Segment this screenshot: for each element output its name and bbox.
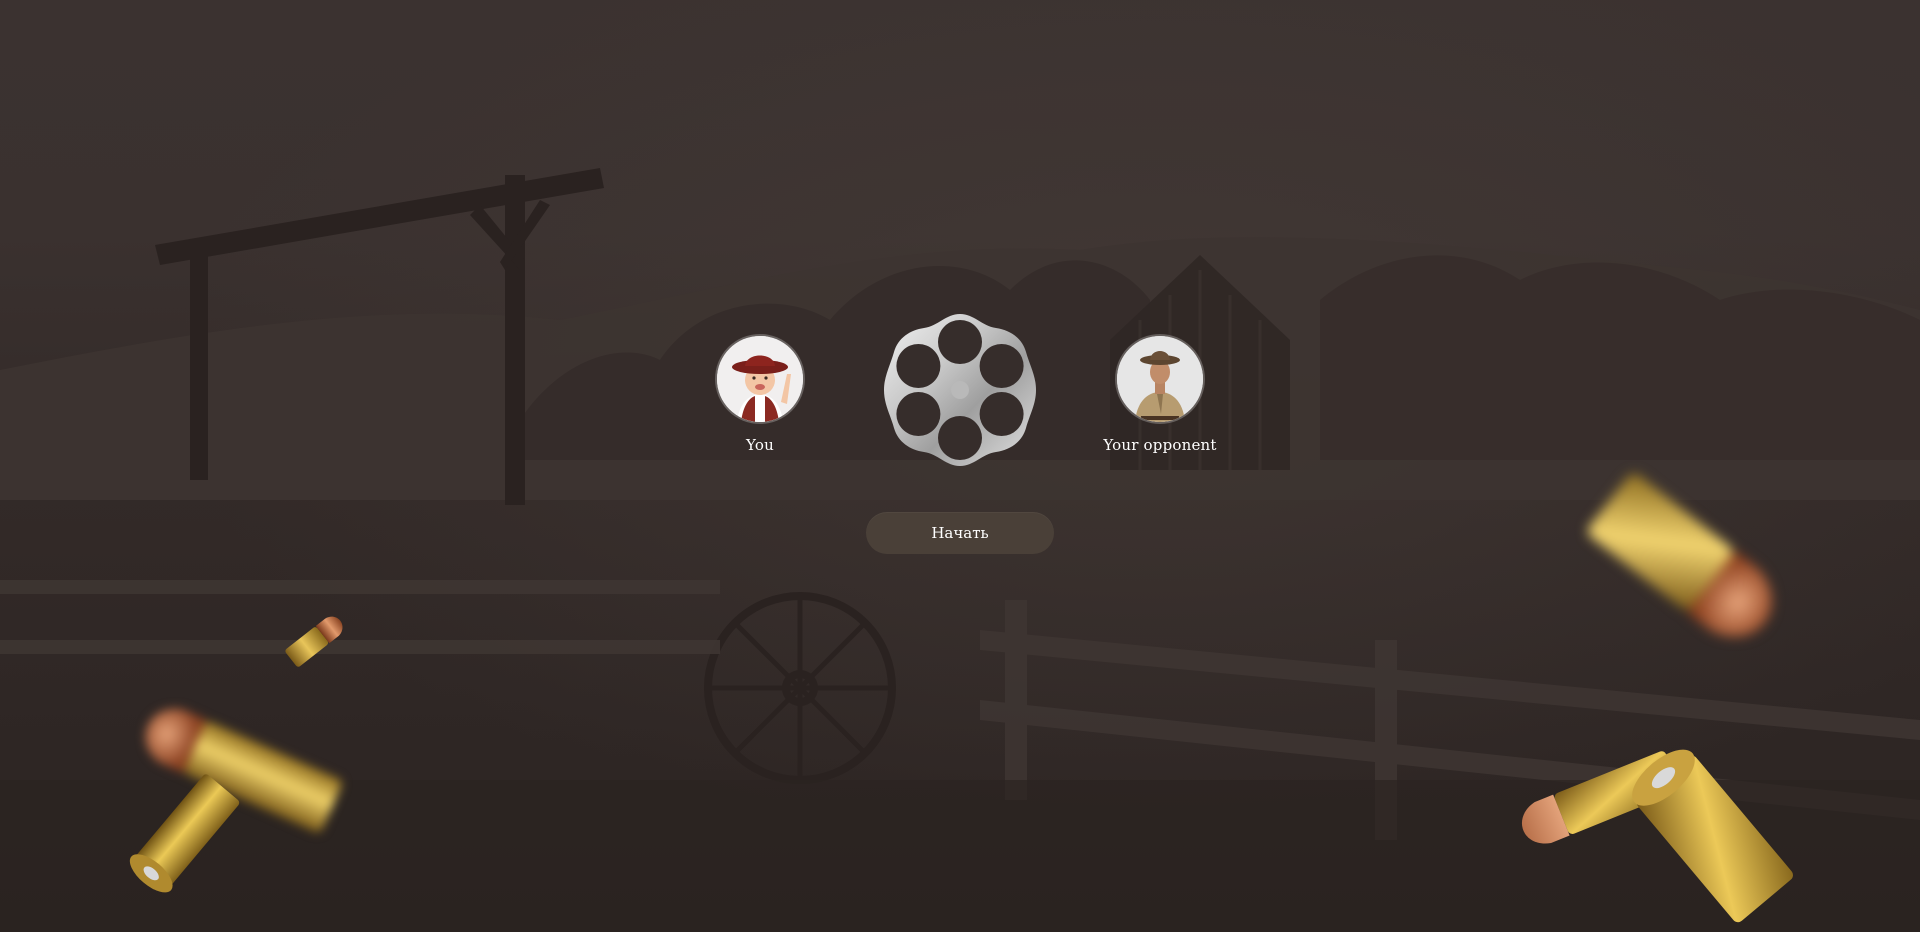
cowboy-man-avatar-icon <box>1117 336 1203 422</box>
player-you-avatar <box>717 336 803 422</box>
player-opponent-label: Your opponent <box>1103 436 1217 454</box>
bullet-casing-icon-left <box>129 774 240 893</box>
bullet-icon-blurred-right <box>1588 473 1772 637</box>
bullet-icon-small-left <box>285 616 343 667</box>
child-cowboy-avatar-icon <box>717 336 803 422</box>
player-you: You <box>680 336 840 454</box>
player-opponent-avatar <box>1117 336 1203 422</box>
revolver-cylinder-icon <box>884 314 1036 466</box>
player-opponent: Your opponent <box>1080 336 1240 454</box>
bullet-icon-right-pair <box>1522 749 1793 923</box>
start-button[interactable]: Начать <box>866 512 1054 554</box>
game-scene: You Your opponent Начать <box>0 0 1920 932</box>
player-you-label: You <box>746 436 774 454</box>
